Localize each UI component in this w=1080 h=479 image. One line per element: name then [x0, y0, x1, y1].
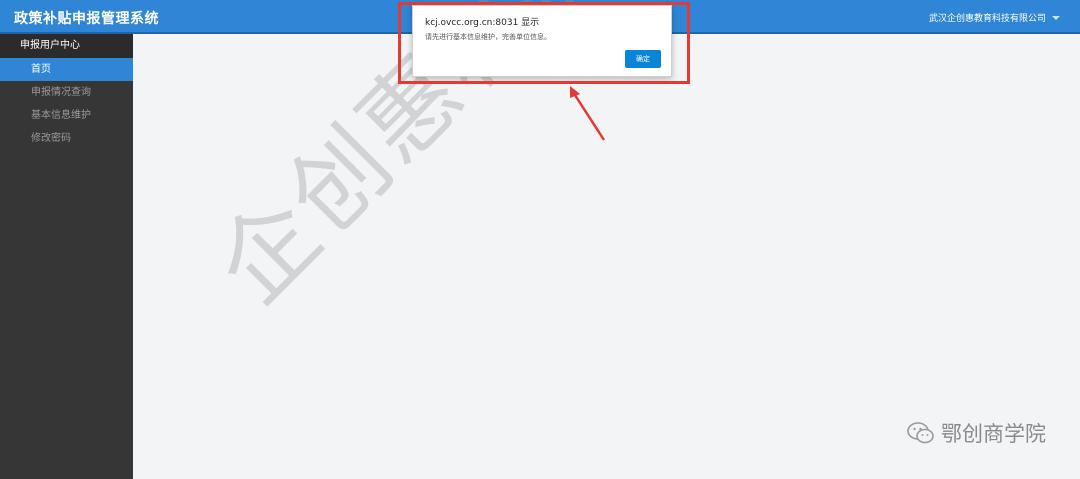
- app-title: 政策补贴申报管理系统: [14, 11, 159, 27]
- sidebar-item-change-password[interactable]: 修改密码: [0, 127, 133, 150]
- wechat-icon: [907, 422, 934, 444]
- company-menu[interactable]: 武汉企创惠教育科技有限公司: [929, 11, 1060, 24]
- sidebar: 申报用户中心 首页 申报情况查询 基本信息维护 修改密码: [0, 34, 133, 479]
- chevron-down-icon: [1052, 15, 1060, 20]
- sidebar-item-home[interactable]: 首页: [0, 58, 133, 81]
- company-name: 武汉企创惠教育科技有限公司: [928, 14, 1046, 24]
- annotation-arrow-icon: [570, 86, 606, 141]
- highlight-annotation: [398, 2, 690, 84]
- sidebar-section-title: 申报用户中心: [0, 34, 133, 58]
- brand-watermark: 鄂创商学院: [907, 418, 1046, 448]
- sidebar-item-declaration-query[interactable]: 申报情况查询: [0, 81, 133, 104]
- brand-name: 鄂创商学院: [941, 422, 1046, 446]
- sidebar-item-basic-info[interactable]: 基本信息维护: [0, 104, 133, 127]
